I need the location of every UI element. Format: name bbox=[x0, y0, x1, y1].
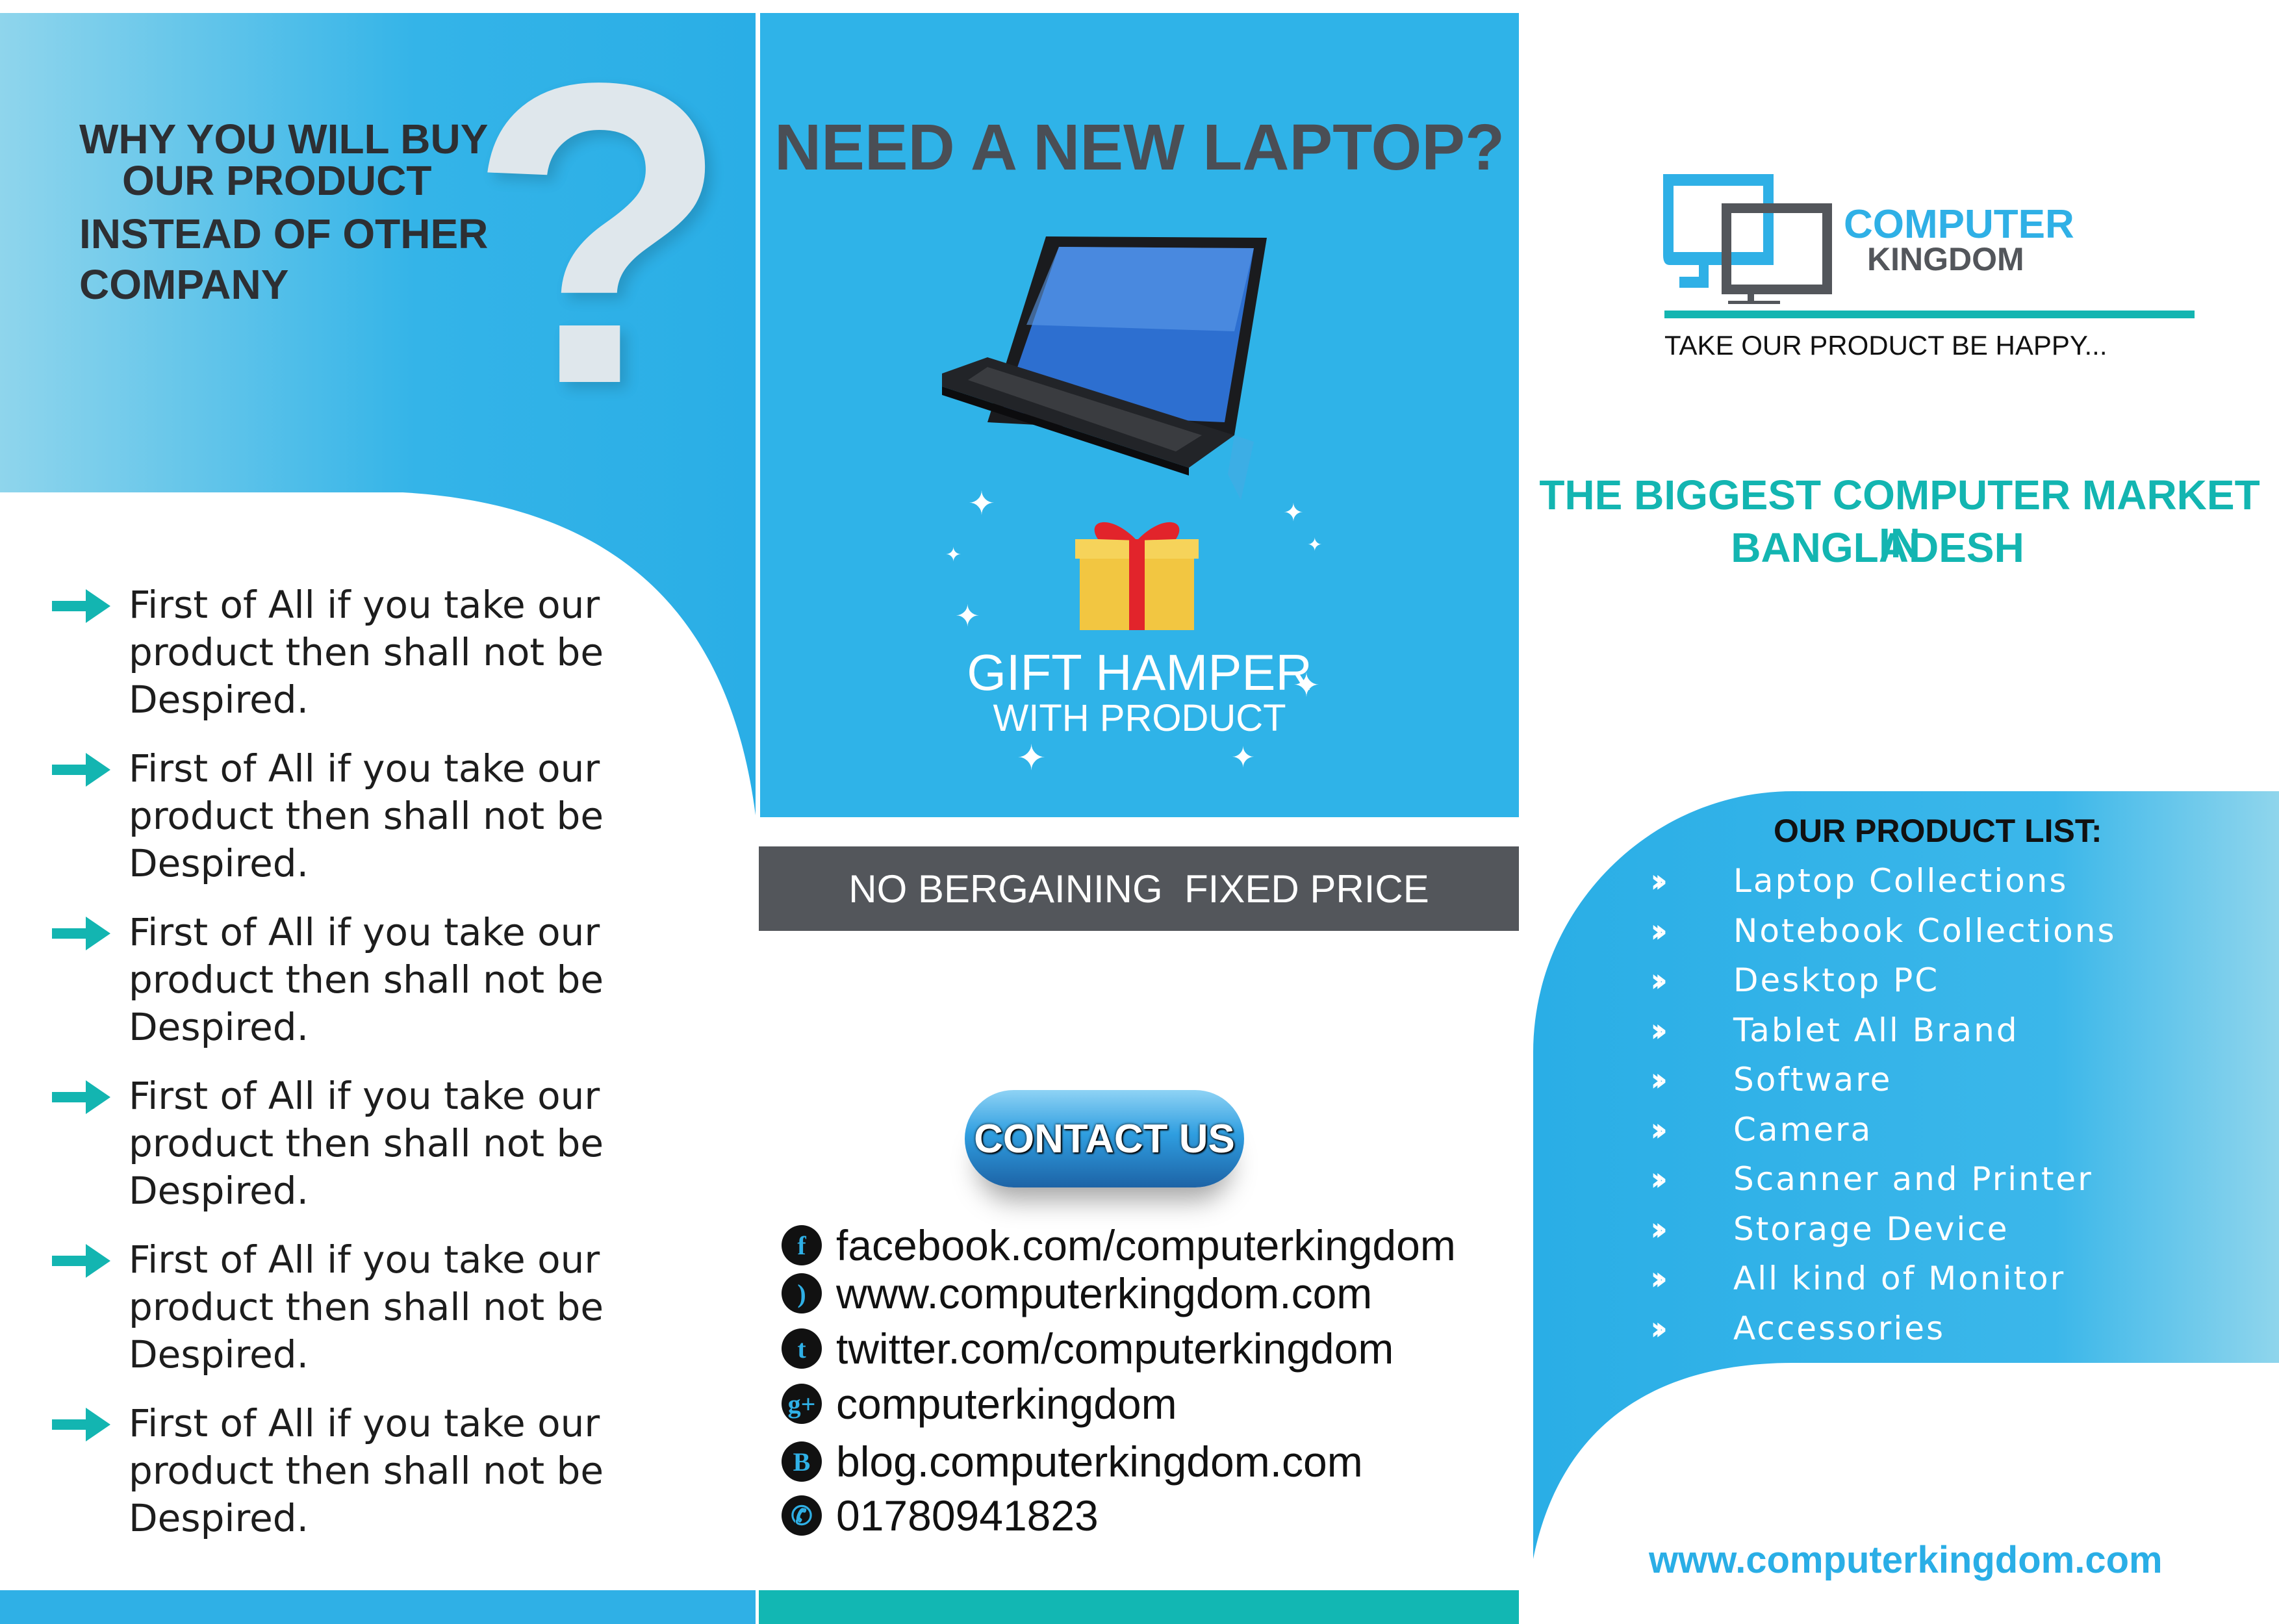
sparkle-icon: ✦ bbox=[1283, 498, 1304, 527]
contact-text: computerkingdom bbox=[836, 1380, 1177, 1428]
phone-icon: ✆ bbox=[782, 1495, 822, 1536]
rss-icon: ) bbox=[782, 1273, 822, 1313]
product-name: Camera bbox=[1733, 1110, 1873, 1148]
twitter-icon: t bbox=[782, 1328, 822, 1369]
double-chevron-icon: ›› bbox=[1650, 1309, 1668, 1347]
gift-title: GIFT HAMPER bbox=[967, 644, 1312, 701]
headline: NEED A NEW LAPTOP? bbox=[774, 111, 1505, 184]
product-list-item: ›› Scanner and Printer bbox=[1650, 1160, 2093, 1199]
contact-item[interactable]: ✆ 01780941823 bbox=[782, 1491, 1099, 1540]
facebook-icon: f bbox=[782, 1225, 822, 1265]
product-name: All kind of Monitor bbox=[1733, 1260, 2066, 1297]
logo-text-kingdom: KINGDOM bbox=[1867, 241, 2024, 277]
google-plus-icon: g+ bbox=[782, 1384, 822, 1424]
left-heading-line4: COMPANY bbox=[79, 261, 289, 308]
gift-subtitle: WITH PRODUCT bbox=[993, 697, 1286, 739]
contact-text: blog.computerkingdom.com bbox=[836, 1438, 1363, 1486]
tagline: TAKE OUR PRODUCT BE HAPPY... bbox=[1664, 330, 2107, 361]
contact-text: 01780941823 bbox=[836, 1491, 1099, 1540]
double-chevron-icon: ›› bbox=[1650, 1110, 1668, 1148]
market-heading-line2: BANGLADESH bbox=[1731, 524, 2024, 571]
product-name: Accessories bbox=[1733, 1309, 1946, 1347]
product-list-item: ›› Storage Device bbox=[1650, 1210, 2009, 1249]
contact-item[interactable]: t twitter.com/computerkingdom bbox=[782, 1325, 1394, 1373]
product-name: Storage Device bbox=[1733, 1210, 2009, 1248]
product-list-item: ›› Notebook Collections bbox=[1650, 911, 2117, 950]
benefit-text: First of All if you take our product the… bbox=[129, 583, 604, 722]
arrow-right-icon bbox=[52, 753, 110, 787]
question-mark-graphic: ? bbox=[468, 0, 730, 473]
contact-text: facebook.com/computerkingdom bbox=[836, 1221, 1456, 1269]
sparkle-icon: ✦ bbox=[1307, 534, 1323, 555]
contact-item[interactable]: Bblog.computerkingdom.com bbox=[782, 1438, 1363, 1486]
sparkle-icon: ✦ bbox=[955, 598, 980, 633]
product-list-item: ›› Accessories bbox=[1650, 1309, 1945, 1348]
arrow-right-icon bbox=[52, 1244, 110, 1278]
double-chevron-icon: ›› bbox=[1650, 911, 1668, 950]
left-heading-line2: OUR PRODUCT bbox=[122, 157, 432, 204]
price-bar-text: NO BERGAINING FIXED PRICE bbox=[848, 867, 1429, 911]
product-name: Laptop Collections bbox=[1733, 862, 2069, 900]
product-name: Notebook Collections bbox=[1733, 911, 2117, 950]
benefit-text: First of All if you take our product the… bbox=[129, 1074, 604, 1213]
product-name: Software bbox=[1733, 1061, 1892, 1098]
contact-text: twitter.com/computerkingdom bbox=[836, 1325, 1394, 1373]
benefit-text: First of All if you take our product the… bbox=[129, 746, 604, 885]
website-link[interactable]: www.computerkingdom.com bbox=[1649, 1538, 2163, 1582]
benefit-text: First of All if you take our product the… bbox=[129, 910, 604, 1049]
product-list-item: ›› Laptop Collections bbox=[1650, 861, 2068, 900]
contact-item[interactable]: ) www.computerkingdom.com bbox=[782, 1269, 1373, 1317]
double-chevron-icon: ›› bbox=[1650, 1061, 1668, 1098]
logo-divider bbox=[1664, 311, 2195, 318]
product-list-item: ›› Desktop PC bbox=[1650, 961, 1939, 1000]
benefit-text: First of All if you take our product the… bbox=[129, 1401, 604, 1540]
double-chevron-icon: ›› bbox=[1650, 1011, 1668, 1049]
computer-kingdom-logo-icon bbox=[1663, 174, 1832, 304]
left-heading-line3: INSTEAD OF OTHER bbox=[79, 210, 489, 257]
double-chevron-icon: ›› bbox=[1650, 1210, 1668, 1248]
double-chevron-icon: ›› bbox=[1650, 862, 1668, 900]
product-name: Scanner and Printer bbox=[1733, 1160, 2093, 1198]
arrow-right-icon bbox=[52, 1408, 110, 1441]
double-chevron-icon: ›› bbox=[1650, 1260, 1668, 1297]
price-bar: NO BERGAINING FIXED PRICE bbox=[759, 846, 1519, 931]
laptop-image bbox=[942, 236, 1267, 500]
contact-us-button[interactable]: CONTACT US bbox=[965, 1090, 1244, 1187]
product-list-item: ›› Software bbox=[1650, 1060, 1892, 1099]
product-name: Desktop PC bbox=[1733, 961, 1940, 999]
product-list-item: ›› All kind of Monitor bbox=[1650, 1259, 2065, 1298]
sparkle-icon: ✦ bbox=[1017, 737, 1047, 778]
gift-box-image bbox=[1075, 522, 1199, 630]
benefit-text: First of All if you take our product the… bbox=[129, 1237, 604, 1377]
contact-us-label: CONTACT US bbox=[974, 1116, 1235, 1161]
arrow-right-icon bbox=[52, 1080, 110, 1114]
product-list-title: OUR PRODUCT LIST: bbox=[1774, 813, 2102, 849]
middle-bottom-bar bbox=[759, 1590, 1519, 1624]
sparkle-icon: ✦ bbox=[1231, 741, 1255, 774]
product-list-item: ›› Tablet All Brand bbox=[1650, 1011, 2019, 1050]
sparkle-icon: ✦ bbox=[945, 544, 962, 566]
product-list-item: ›› Camera bbox=[1650, 1110, 1872, 1149]
sparkle-icon: ✦ bbox=[968, 485, 995, 522]
blogger-icon: B bbox=[782, 1441, 822, 1482]
contact-item[interactable]: f facebook.com/computerkingdom bbox=[782, 1221, 1456, 1269]
double-chevron-icon: ›› bbox=[1650, 1160, 1668, 1198]
double-chevron-icon: ›› bbox=[1650, 961, 1668, 999]
product-name: Tablet All Brand bbox=[1733, 1011, 2019, 1049]
contact-text: www.computerkingdom.com bbox=[836, 1269, 1373, 1317]
left-heading-line1: WHY YOU WILL BUY bbox=[79, 116, 489, 162]
arrow-right-icon bbox=[52, 917, 110, 950]
arrow-right-icon bbox=[52, 589, 110, 623]
contact-item[interactable]: g+ computerkingdom bbox=[782, 1380, 1177, 1428]
